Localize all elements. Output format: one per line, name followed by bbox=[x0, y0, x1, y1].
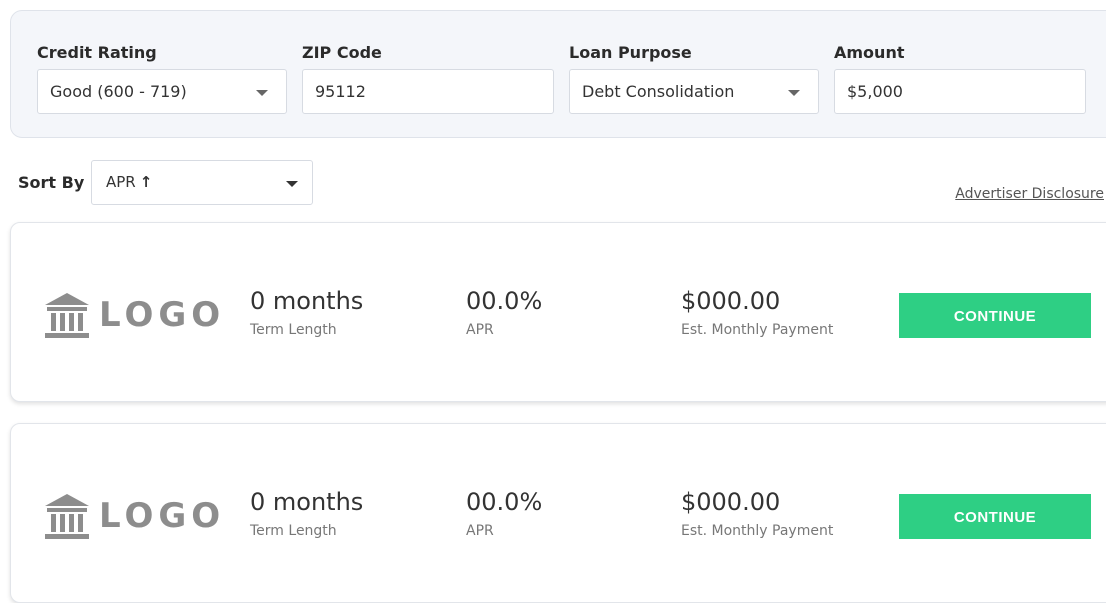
term-length-label: Term Length bbox=[250, 523, 337, 539]
term-length-metric: 0 months Term Length bbox=[250, 285, 363, 341]
monthly-payment-value: $000.00 bbox=[681, 488, 781, 516]
credit-rating-value: Good (600 - 719) bbox=[50, 82, 187, 101]
amount-field-group: Amount $5,000 bbox=[834, 41, 1086, 114]
amount-label: Amount bbox=[834, 43, 905, 62]
caret-down-icon bbox=[256, 90, 268, 96]
loan-purpose-select[interactable]: Debt Consolidation bbox=[569, 69, 819, 114]
apr-metric: 00.0% APR bbox=[466, 486, 542, 542]
loan-purpose-label: Loan Purpose bbox=[569, 43, 692, 62]
apr-label: APR bbox=[466, 322, 494, 338]
offer-card: LOGO 0 months Term Length 00.0% APR $000… bbox=[10, 423, 1106, 603]
zip-code-field-group: ZIP Code 95112 bbox=[302, 41, 554, 114]
offer-card: LOGO 0 months Term Length 00.0% APR $000… bbox=[10, 222, 1106, 402]
sort-by-label: Sort By bbox=[18, 173, 85, 192]
loan-purpose-value: Debt Consolidation bbox=[582, 82, 735, 101]
filter-panel: Credit Rating Good (600 - 719) ZIP Code … bbox=[10, 10, 1106, 138]
monthly-payment-metric: $000.00 Est. Monthly Payment bbox=[681, 285, 833, 341]
credit-rating-select[interactable]: Good (600 - 719) bbox=[37, 69, 287, 114]
loan-purpose-field-group: Loan Purpose Debt Consolidation bbox=[569, 41, 819, 114]
sort-arrow-up-icon: ↑ bbox=[139, 173, 153, 191]
sort-value: APR bbox=[106, 173, 136, 191]
logo-text: LOGO bbox=[99, 295, 226, 335]
sort-select[interactable]: APR ↑ bbox=[91, 160, 313, 205]
apr-label: APR bbox=[466, 523, 494, 539]
apr-value: 00.0% bbox=[466, 488, 543, 516]
amount-input[interactable]: $5,000 bbox=[834, 69, 1086, 114]
monthly-payment-value: $000.00 bbox=[681, 287, 781, 315]
bank-building-icon bbox=[45, 293, 89, 338]
continue-button[interactable]: CONTINUE bbox=[899, 293, 1091, 338]
zip-code-value: 95112 bbox=[315, 82, 366, 101]
credit-rating-label: Credit Rating bbox=[37, 43, 157, 62]
term-length-metric: 0 months Term Length bbox=[250, 486, 363, 542]
caret-down-icon bbox=[788, 90, 800, 96]
logo-text: LOGO bbox=[99, 496, 226, 536]
apr-value: 00.0% bbox=[466, 287, 543, 315]
zip-code-label: ZIP Code bbox=[302, 43, 382, 62]
credit-rating-field-group: Credit Rating Good (600 - 719) bbox=[37, 41, 287, 114]
term-length-label: Term Length bbox=[250, 322, 337, 338]
zip-code-input[interactable]: 95112 bbox=[302, 69, 554, 114]
monthly-payment-metric: $000.00 Est. Monthly Payment bbox=[681, 486, 833, 542]
term-length-value: 0 months bbox=[250, 488, 364, 516]
apr-metric: 00.0% APR bbox=[466, 285, 542, 341]
monthly-payment-label: Est. Monthly Payment bbox=[681, 322, 834, 338]
advertiser-disclosure-link[interactable]: Advertiser Disclosure bbox=[955, 186, 1104, 202]
term-length-value: 0 months bbox=[250, 287, 364, 315]
bank-building-icon bbox=[45, 494, 89, 539]
amount-value: $5,000 bbox=[847, 82, 903, 101]
caret-down-icon bbox=[286, 181, 298, 187]
continue-button[interactable]: CONTINUE bbox=[899, 494, 1091, 539]
monthly-payment-label: Est. Monthly Payment bbox=[681, 523, 834, 539]
